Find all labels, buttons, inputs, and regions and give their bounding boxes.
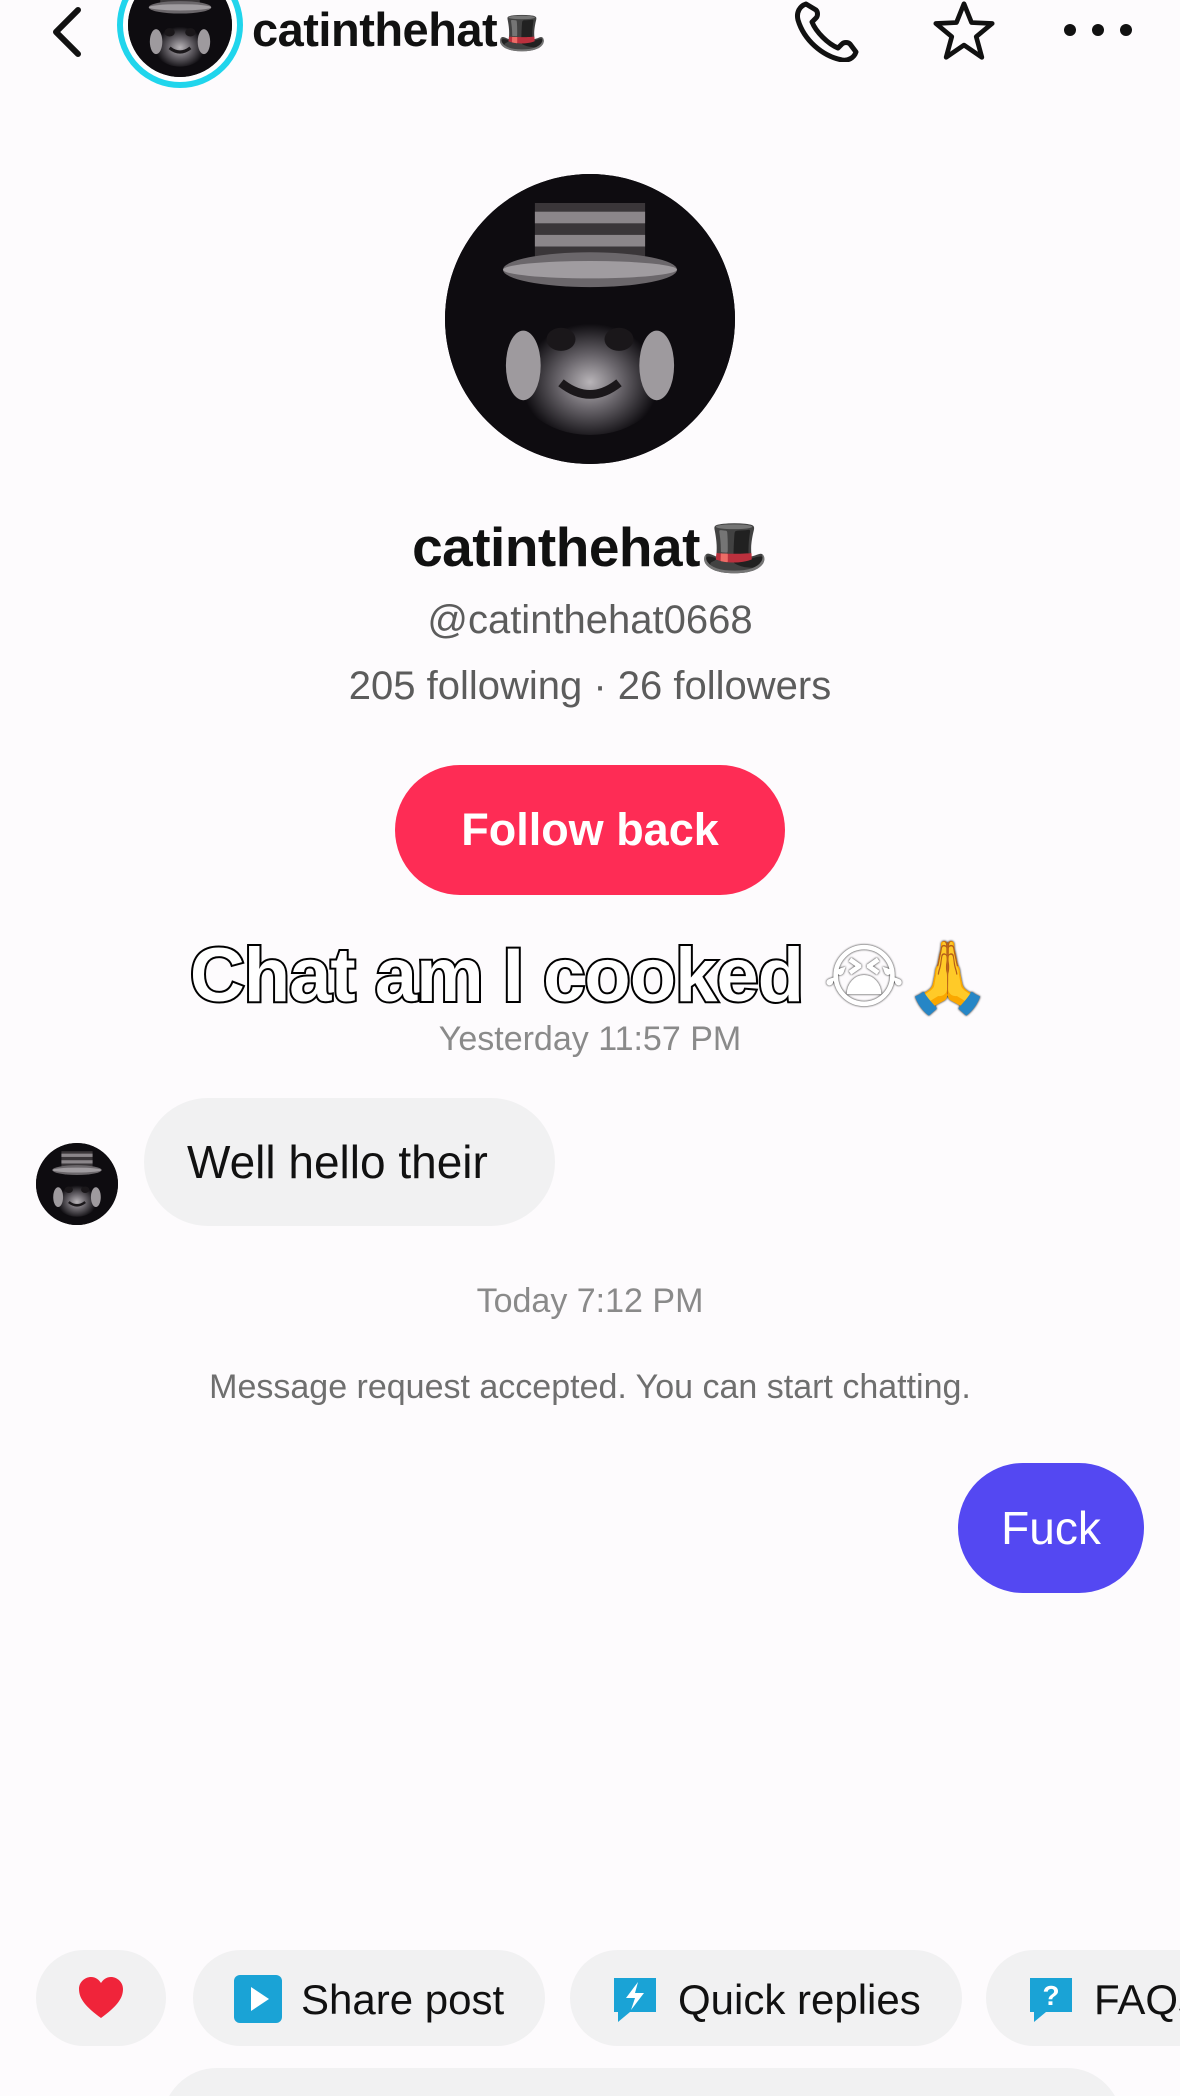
star-icon[interactable] (926, 0, 1002, 62)
profile-avatar[interactable] (445, 174, 735, 464)
faqs-button[interactable]: ? FAQs (986, 1950, 1180, 2046)
play-icon (234, 1975, 282, 2023)
header-username[interactable]: catinthehat🎩 (252, 2, 547, 57)
svg-text:?: ? (1042, 1980, 1059, 2011)
system-message: Message request accepted. You can start … (209, 1368, 971, 1406)
profile-stats: 205 following · 26 followers (348, 664, 832, 708)
faqs-label: FAQs (1094, 1976, 1180, 2023)
question-icon: ? (1030, 1978, 1072, 2022)
header-avatar[interactable] (117, 0, 243, 88)
profile-avatar-image (445, 174, 735, 464)
heart-icon (79, 1977, 123, 2018)
profile-display-name-text: catinthehat (412, 516, 700, 578)
sender-avatar-image (36, 1143, 118, 1225)
overlay-caption-text: Chat am I cooked (188, 931, 806, 1020)
back-chevron-icon[interactable] (44, 4, 94, 60)
incoming-message-bubble[interactable]: Well hello their (144, 1098, 555, 1226)
sender-avatar[interactable] (36, 1143, 118, 1225)
share-post-label: Share post (301, 1976, 505, 2023)
profile-handle: @catinthehat0668 (427, 598, 753, 642)
avatar-image (128, 0, 232, 77)
heart-reaction-button[interactable] (36, 1950, 166, 2046)
lightning-icon (614, 1978, 656, 2022)
chat-header: catinthehat🎩 (0, 0, 1180, 88)
overlay-caption-emojis: 😭🙏 (823, 938, 991, 1016)
top-hat-emoji: 🎩 (497, 11, 547, 55)
message-composer[interactable] (162, 2068, 1122, 2096)
quick-replies-label: Quick replies (678, 1976, 921, 2023)
quick-replies-button[interactable]: Quick replies (570, 1950, 962, 2046)
chat-screen: catinthehat🎩 catinthehat🎩 @catinthehat06… (0, 0, 1180, 2096)
more-icon[interactable] (1060, 0, 1136, 62)
message-timestamp: Yesterday 11:57 PM (438, 1020, 742, 1058)
follow-back-button[interactable]: Follow back (395, 765, 785, 895)
share-post-button[interactable]: Share post (193, 1950, 545, 2046)
top-hat-emoji: 🎩 (699, 516, 768, 578)
outgoing-message-bubble[interactable]: Fuck (958, 1463, 1144, 1593)
profile-display-name: catinthehat🎩 (0, 515, 1180, 580)
message-timestamp: Today 7:12 PM (476, 1282, 704, 1320)
overlay-caption: Chat am I cooked 😭🙏 (0, 931, 1180, 1020)
header-username-text: catinthehat (252, 3, 498, 56)
phone-icon[interactable] (792, 0, 864, 62)
